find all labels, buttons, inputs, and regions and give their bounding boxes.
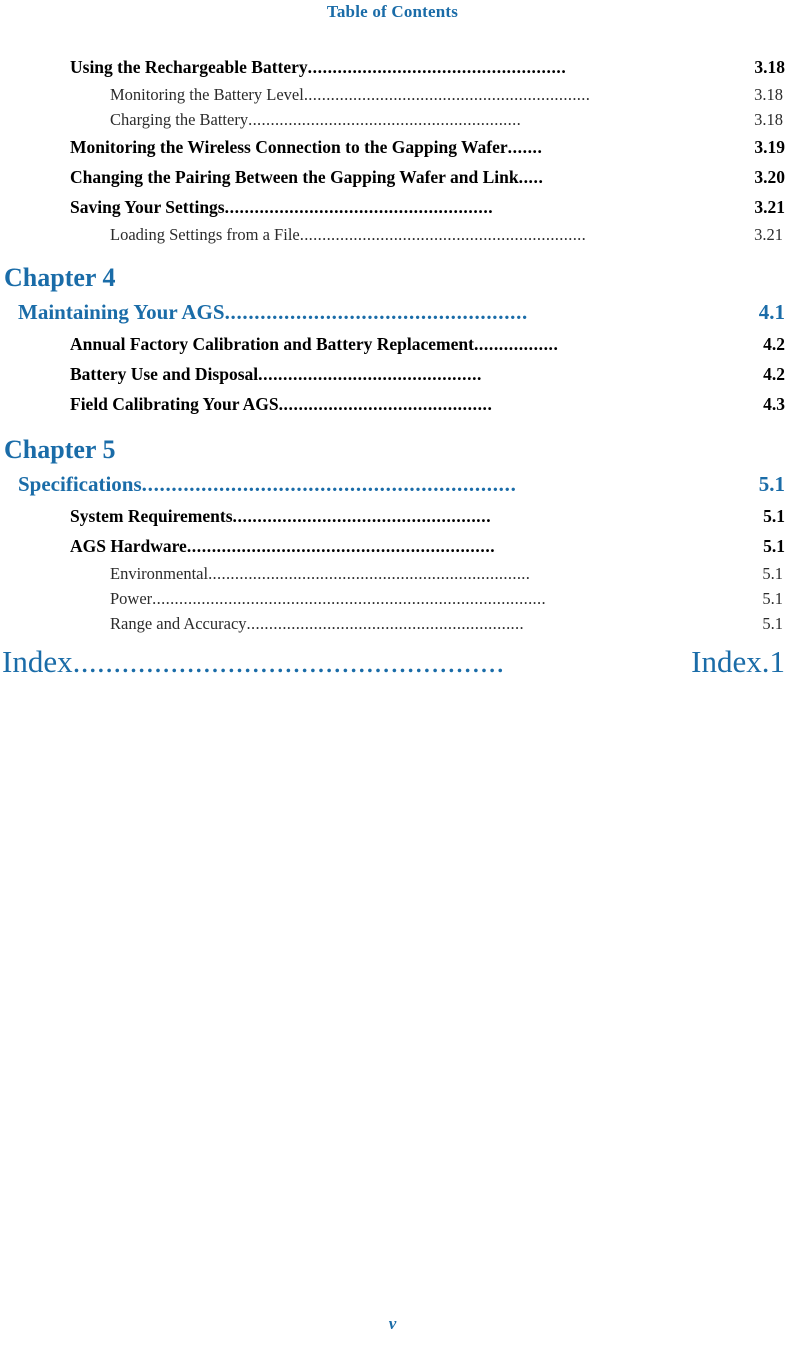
- toc-entry[interactable]: Battery Use and Disposal ...............…: [0, 359, 785, 389]
- table-of-contents: Using the Rechargeable Battery .........…: [0, 52, 785, 683]
- toc-entry-page: 3.18: [754, 57, 785, 77]
- toc-leader-dots: ........................................…: [141, 472, 517, 496]
- toc-entry-page: 4.2: [763, 364, 785, 384]
- toc-entry-page: 3.18: [754, 85, 783, 104]
- toc-entry-page: 5.1: [762, 614, 783, 633]
- toc-entry-title: AGS Hardware: [70, 536, 187, 556]
- chapter-entry-title: Specifications: [18, 472, 142, 496]
- toc-entry[interactable]: AGS Hardware ...........................…: [0, 531, 785, 561]
- toc-entry[interactable]: Environmental ..........................…: [0, 561, 785, 586]
- toc-entry-title: Charging the Battery: [110, 110, 249, 129]
- chapter-label-5: Chapter 5: [4, 435, 116, 464]
- toc-leader-dots: ........................................…: [246, 614, 524, 633]
- toc-leader-dots: .................: [473, 334, 559, 354]
- chapter-entry-title: Maintaining Your AGS: [18, 300, 225, 324]
- toc-entry-title: Monitoring the Battery Level: [110, 85, 304, 104]
- toc-entry[interactable]: Changing the Pairing Between the Gapping…: [0, 162, 785, 192]
- toc-entry-page: 4.2: [763, 334, 785, 354]
- toc-entry[interactable]: Field Calibrating Your AGS .............…: [0, 389, 785, 419]
- toc-leader-dots: ........................................…: [224, 197, 494, 217]
- toc-entry[interactable]: Power ..................................…: [0, 586, 785, 611]
- toc-leader-dots: ........................................…: [303, 85, 591, 104]
- toc-entry[interactable]: Annual Factory Calibration and Battery R…: [0, 329, 785, 359]
- toc-entry-title: System Requirements: [70, 506, 233, 526]
- toc-leader-dots: .......: [507, 137, 543, 157]
- toc-entry-page: 5.1: [763, 536, 785, 556]
- toc-entry-title: Field Calibrating Your AGS: [70, 394, 279, 414]
- toc-entry-title: Power: [110, 589, 153, 608]
- chapter-entry-page: 4.1: [758, 300, 785, 324]
- toc-entry-title: Battery Use and Disposal: [70, 364, 259, 384]
- index-entry-page: Index.1: [691, 644, 785, 679]
- toc-entry-title: Saving Your Settings: [70, 197, 225, 217]
- toc-entry[interactable]: Monitoring the Battery Level ...........…: [0, 82, 785, 107]
- toc-entry-page: 5.1: [762, 589, 783, 608]
- toc-leader-dots: .....: [518, 167, 544, 187]
- toc-entry-page: 4.3: [763, 394, 785, 414]
- toc-leader-dots: ........................................…: [152, 589, 546, 608]
- toc-entry-title: Using the Rechargeable Battery: [70, 57, 308, 77]
- toc-entry-page: 3.21: [754, 197, 785, 217]
- toc-entry-title: Loading Settings from a File: [110, 225, 300, 244]
- toc-leader-dots: ........................................…: [248, 110, 522, 129]
- toc-entry-page: 3.18: [754, 110, 783, 129]
- toc-entry-title: Environmental: [110, 564, 209, 583]
- page-folio: v: [388, 1314, 397, 1333]
- chapter-label-4: Chapter 4: [4, 263, 116, 292]
- chapter-entry-4[interactable]: Maintaining Your AGS ...................…: [0, 295, 785, 329]
- toc-entry-title: Annual Factory Calibration and Battery R…: [70, 334, 474, 354]
- index-entry-title: Index: [2, 644, 73, 679]
- toc-entry[interactable]: Using the Rechargeable Battery .........…: [0, 52, 785, 82]
- toc-entry-page: 5.1: [763, 506, 785, 526]
- toc-entry[interactable]: Monitoring the Wireless Connection to th…: [0, 132, 785, 162]
- toc-entry-page: 3.21: [754, 225, 783, 244]
- toc-entry-page: 5.1: [762, 564, 783, 583]
- toc-leader-dots: ........................................…: [258, 364, 483, 384]
- toc-entry-title: Monitoring the Wireless Connection to th…: [70, 137, 508, 157]
- page-title: Table of Contents: [326, 2, 459, 21]
- toc-entry-page: 3.20: [754, 167, 785, 187]
- toc-entry-title: Changing the Pairing Between the Gapping…: [70, 167, 519, 187]
- toc-leader-dots: ........................................…: [186, 536, 496, 556]
- toc-leader-dots: ........................................…: [307, 57, 567, 77]
- toc-entry[interactable]: Loading Settings from a File ...........…: [0, 222, 785, 247]
- index-entry[interactable]: Index ..................................…: [0, 641, 785, 683]
- toc-leader-dots: ........................................…: [278, 394, 493, 414]
- toc-leader-dots: ........................................…: [299, 225, 587, 244]
- toc-leader-dots: ........................................…: [232, 506, 492, 526]
- toc-leader-dots: ........................................…: [208, 564, 531, 583]
- toc-entry[interactable]: System Requirements ....................…: [0, 501, 785, 531]
- toc-leader-dots: ........................................…: [224, 300, 529, 324]
- chapter-entry-page: 5.1: [758, 472, 785, 496]
- toc-leader-dots: ........................................…: [72, 644, 505, 679]
- toc-entry[interactable]: Saving Your Settings ...................…: [0, 192, 785, 222]
- chapter-entry-5[interactable]: Specifications .........................…: [0, 467, 785, 501]
- toc-page: Table of Contents Using the Rechargeable…: [0, 0, 785, 1348]
- toc-entry-title: Range and Accuracy: [110, 614, 247, 633]
- toc-entry-page: 3.19: [754, 137, 785, 157]
- toc-entry[interactable]: Range and Accuracy .....................…: [0, 611, 785, 636]
- toc-entry[interactable]: Charging the Battery ...................…: [0, 107, 785, 132]
